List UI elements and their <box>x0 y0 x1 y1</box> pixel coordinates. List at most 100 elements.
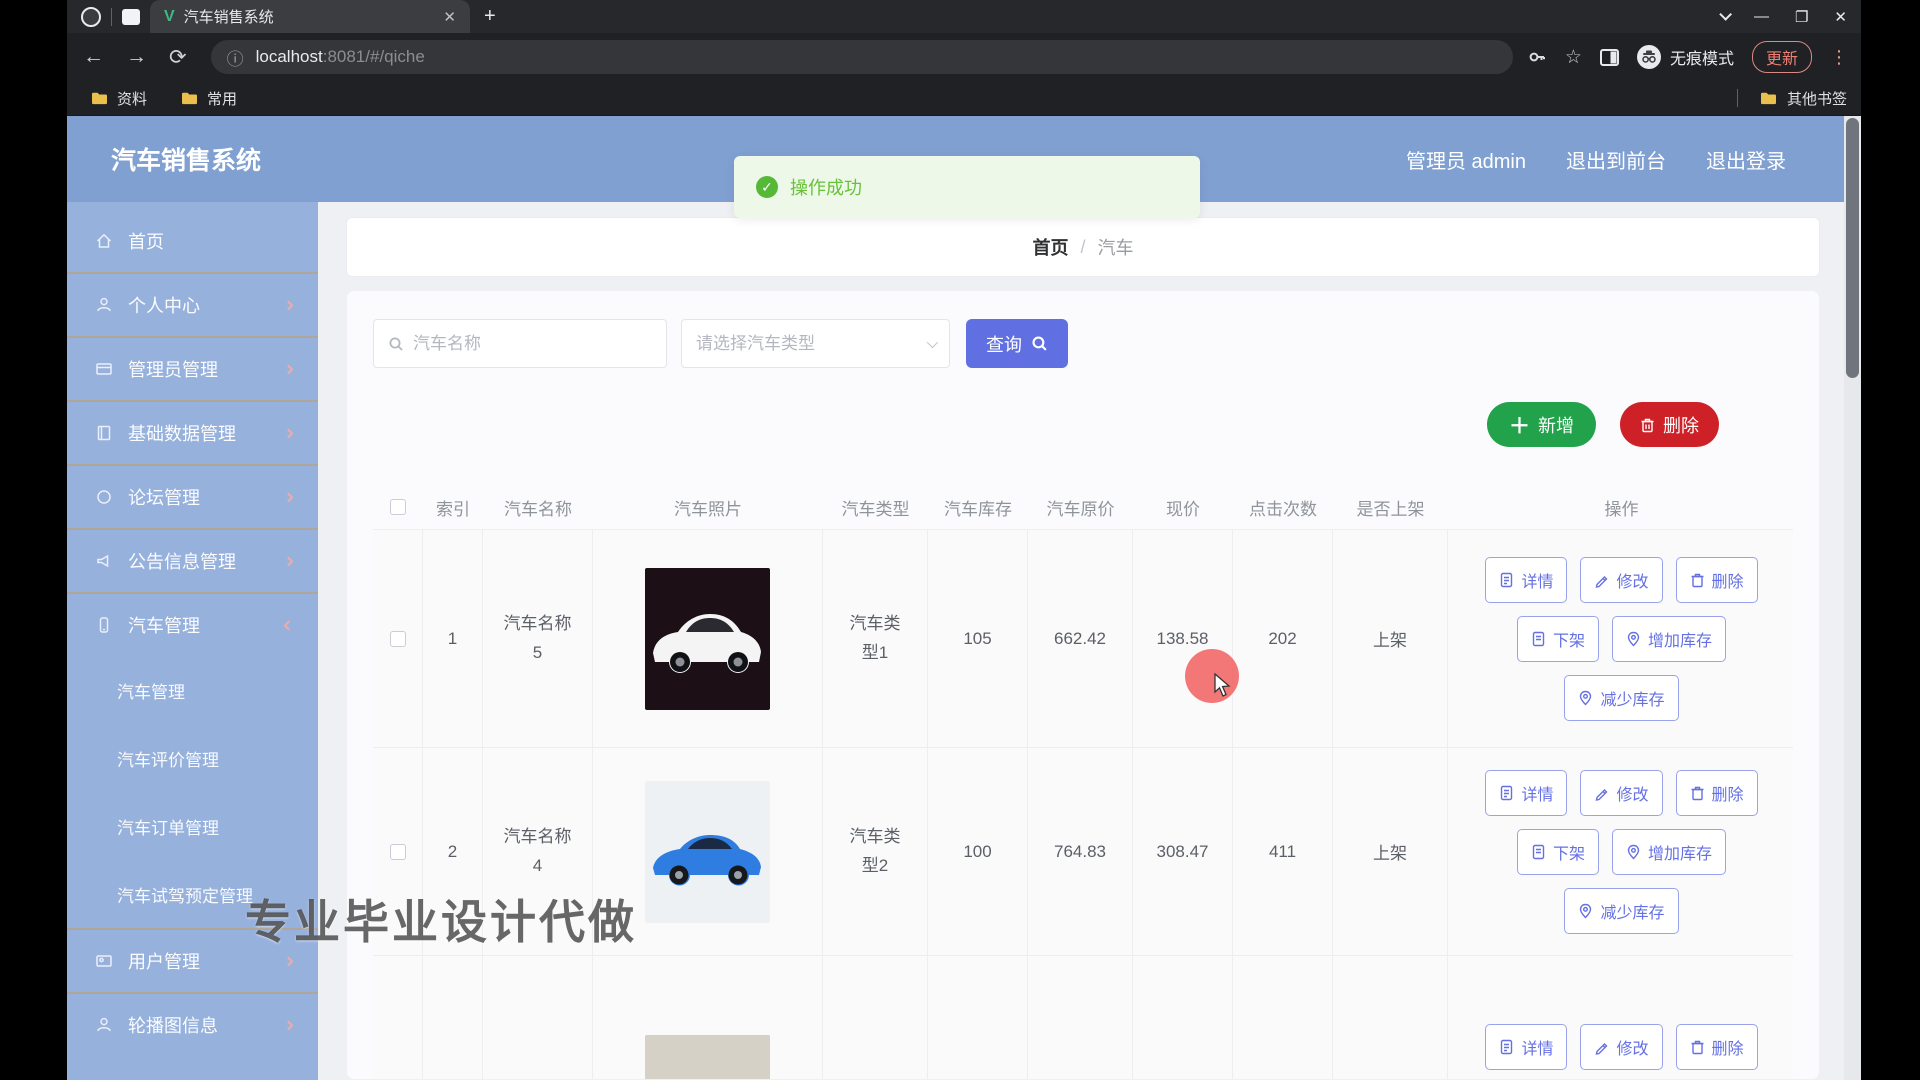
success-toast: ✓ 操作成功 <box>734 156 1200 218</box>
back-icon[interactable]: ← <box>83 45 104 69</box>
location-pin-icon <box>1626 844 1641 860</box>
status-badge: 上架 <box>1333 530 1448 747</box>
trash-icon <box>1690 785 1705 801</box>
new-tab-button[interactable]: + <box>484 5 496 28</box>
chevron-right-icon <box>284 492 294 502</box>
car-icon <box>95 616 113 634</box>
pinned-tab-favicon[interactable] <box>122 9 140 25</box>
reduce-stock-button[interactable]: 减少库存 <box>1564 675 1678 721</box>
bookmark-star-icon[interactable]: ☆ <box>1565 46 1582 69</box>
location-pin-icon <box>1578 903 1593 919</box>
info-icon[interactable]: ⓘ <box>227 45 244 70</box>
chevron-right-icon <box>284 428 294 438</box>
reduce-stock-button[interactable]: 减少库存 <box>1564 888 1678 934</box>
location-pin-icon <box>1578 690 1593 706</box>
car-name-input[interactable] <box>413 334 652 354</box>
edit-button[interactable]: 修改 <box>1580 557 1662 603</box>
car-photo[interactable] <box>645 568 770 710</box>
tab-separator <box>111 8 112 26</box>
forward-icon[interactable]: → <box>126 45 147 69</box>
side-panel-icon[interactable] <box>1600 49 1619 66</box>
watermark-text: 专业毕业设计代做 <box>245 886 637 952</box>
document-icon <box>1531 844 1546 860</box>
sidebar-item-notice-management[interactable]: 公告信息管理 <box>67 530 318 592</box>
exit-to-front-link[interactable]: 退出到前台 <box>1566 145 1666 174</box>
sidebar-subitem-car-management[interactable]: 汽车管理 <box>67 656 318 724</box>
query-button[interactable]: 查询 <box>966 319 1068 368</box>
window-close-button[interactable]: ✕ <box>1834 8 1847 26</box>
id-card-icon <box>95 360 113 378</box>
sidebar-item-forum-management[interactable]: 论坛管理 <box>67 466 318 528</box>
url-path: :8081/#/qiche <box>323 47 425 67</box>
off-shelf-button[interactable]: 下架 <box>1517 829 1599 875</box>
car-photo[interactable] <box>645 781 770 923</box>
window-maximize-button[interactable]: ❐ <box>1795 8 1808 26</box>
globe-icon[interactable] <box>81 7 101 27</box>
trash-icon <box>1690 572 1705 588</box>
chevron-right-icon <box>284 556 294 566</box>
scrollbar-thumb[interactable] <box>1846 118 1859 378</box>
edit-button[interactable]: 修改 <box>1580 770 1662 816</box>
window-minimize-button[interactable]: — <box>1754 8 1769 25</box>
detail-button[interactable]: 详情 <box>1485 557 1567 603</box>
bookmark-folder[interactable]: 资料 <box>91 88 147 109</box>
sidebar-subitem-car-review-management[interactable]: 汽车评价管理 <box>67 724 318 792</box>
menu-dots-icon[interactable]: ⋮ <box>1830 47 1849 68</box>
sidebar-item-home[interactable]: 首页 <box>67 210 318 272</box>
book-icon <box>95 424 113 442</box>
active-tab[interactable]: V 汽车销售系统 ✕ <box>150 0 470 33</box>
chevron-right-icon <box>284 300 294 310</box>
table-header-row: 索引 汽车名称 汽车照片 汽车类型 汽车库存 汽车原价 现价 点击次数 是否上架… <box>373 485 1793 529</box>
car-type-select[interactable] <box>681 319 950 368</box>
folder-icon <box>181 91 198 105</box>
search-icon <box>388 336 404 352</box>
remove-button[interactable]: 删除 <box>1676 1024 1758 1070</box>
edit-button[interactable]: 修改 <box>1580 1024 1662 1070</box>
car-type-select-input[interactable] <box>696 334 918 354</box>
document-icon <box>1531 631 1546 647</box>
car-table: 索引 汽车名称 汽车照片 汽车类型 汽车库存 汽车原价 现价 点击次数 是否上架… <box>373 485 1793 1080</box>
location-pin-icon <box>1626 631 1641 647</box>
sidebar-item-banner-info[interactable]: 轮播图信息 <box>67 994 318 1056</box>
window-chevron-icon[interactable] <box>1719 8 1732 21</box>
detail-button[interactable]: 详情 <box>1485 770 1567 816</box>
detail-button[interactable]: 详情 <box>1485 1024 1567 1070</box>
breadcrumb-separator: / <box>1080 237 1085 258</box>
url-host: localhost <box>256 47 323 67</box>
sidebar-item-base-data-management[interactable]: 基础数据管理 <box>67 402 318 464</box>
bookmark-folder[interactable]: 常用 <box>181 88 237 109</box>
row-checkbox[interactable] <box>390 631 406 647</box>
add-button[interactable]: ＋ 新增 <box>1487 402 1596 447</box>
sidebar-item-admin-management[interactable]: 管理员管理 <box>67 338 318 400</box>
key-icon[interactable] <box>1527 47 1547 67</box>
breadcrumb-current: 汽车 <box>1098 234 1134 260</box>
folder-icon <box>91 91 108 105</box>
off-shelf-button[interactable]: 下架 <box>1517 616 1599 662</box>
tab-close-icon[interactable]: ✕ <box>439 6 460 28</box>
mouse-cursor-icon <box>1213 673 1235 699</box>
delete-button[interactable]: 删除 <box>1620 402 1719 447</box>
sidebar-item-personal-center[interactable]: 个人中心 <box>67 274 318 336</box>
person-icon <box>95 1016 113 1034</box>
remove-button[interactable]: 删除 <box>1676 557 1758 603</box>
chevron-up-icon <box>284 620 294 630</box>
row-checkbox[interactable] <box>390 844 406 860</box>
refresh-icon[interactable]: ⟳ <box>169 45 187 70</box>
bookmarks-bar: 资料 常用 其他书签 <box>67 81 1861 116</box>
add-stock-button[interactable]: 增加库存 <box>1612 616 1726 662</box>
address-bar[interactable]: ⓘ localhost :8081/#/qiche <box>211 40 1513 74</box>
car-photo[interactable] <box>645 1035 770 1080</box>
select-all-checkbox[interactable] <box>390 499 406 515</box>
logout-link[interactable]: 退出登录 <box>1706 145 1786 174</box>
add-stock-button[interactable]: 增加库存 <box>1612 829 1726 875</box>
browser-window: V 汽车销售系统 ✕ + — ❐ ✕ ← → ⟳ ⓘ localhost :80… <box>67 0 1861 1080</box>
car-name-search-field[interactable] <box>373 319 667 368</box>
sidebar-item-car-management[interactable]: 汽车管理 <box>67 594 318 656</box>
sidebar-subitem-car-order-management[interactable]: 汽车订单管理 <box>67 792 318 860</box>
breadcrumb-home[interactable]: 首页 <box>1032 234 1068 260</box>
update-button[interactable]: 更新 <box>1752 41 1812 73</box>
page-viewport: 汽车销售系统 管理员 admin 退出到前台 退出登录 首页 <box>67 116 1861 1080</box>
other-bookmarks[interactable]: 其他书签 <box>1737 88 1847 109</box>
remove-button[interactable]: 删除 <box>1676 770 1758 816</box>
page-scrollbar[interactable] <box>1844 116 1861 1080</box>
